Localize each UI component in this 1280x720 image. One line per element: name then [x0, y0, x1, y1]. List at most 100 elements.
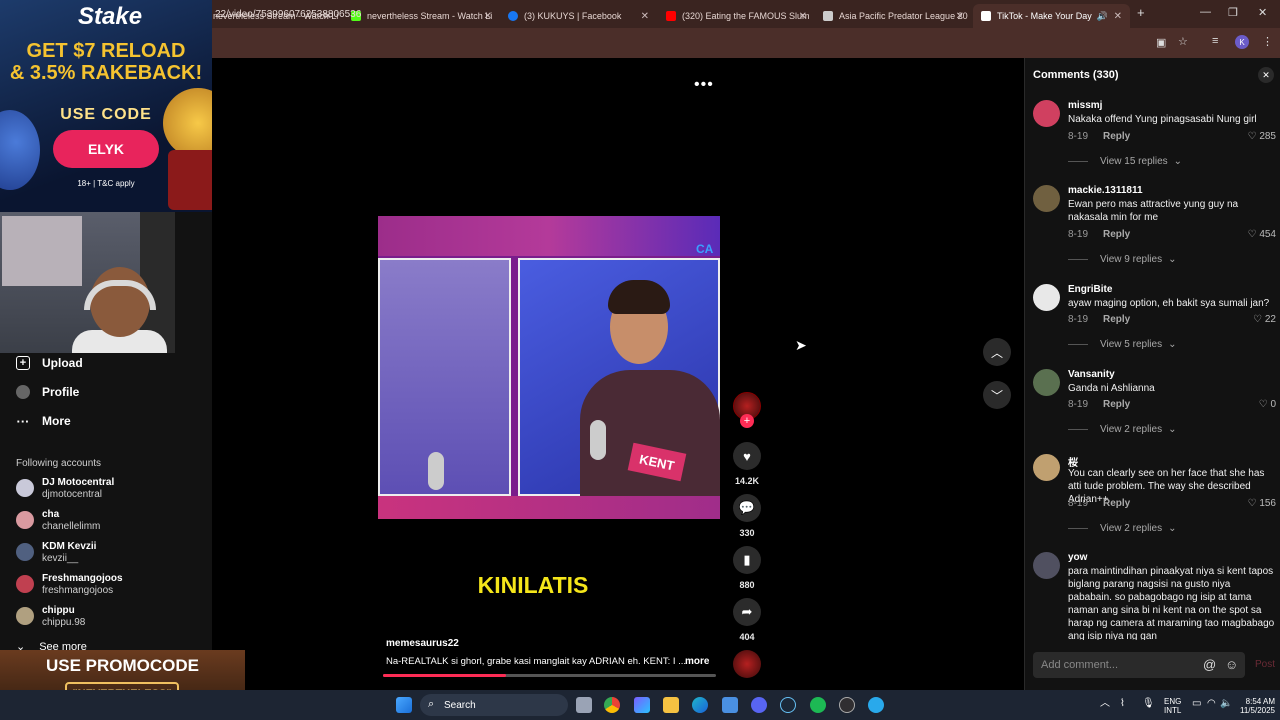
comment-user[interactable]: yow: [1068, 552, 1087, 563]
comment-like-button[interactable]: ♡ 22: [1253, 314, 1276, 325]
comment-user[interactable]: EngriBite: [1068, 284, 1112, 295]
following-account[interactable]: cha chanellelimm: [16, 509, 100, 533]
browser-tab-3[interactable]: (3) KUKUYS | Facebook ✕: [500, 4, 657, 28]
comment-button[interactable]: 💬: [733, 494, 761, 522]
comment-like-button[interactable]: ♡ 156: [1248, 498, 1276, 509]
follow-plus-icon[interactable]: +: [740, 414, 754, 428]
share-button[interactable]: ➦: [733, 598, 761, 626]
next-video-button[interactable]: ﹀: [983, 381, 1011, 409]
obs-icon[interactable]: [839, 697, 855, 713]
taskbar-search[interactable]: ⌕ Search: [420, 694, 568, 716]
following-account[interactable]: KDM Kevzii kevzii__: [16, 541, 96, 565]
store-icon[interactable]: [722, 697, 738, 713]
close-window-button[interactable]: ✕: [1258, 6, 1267, 19]
comment-text: Nakaka offend Yung pinagsasabi Nung girl: [1068, 114, 1257, 125]
video-player[interactable]: KENT CA: [378, 216, 720, 519]
edge-icon[interactable]: [692, 697, 708, 713]
following-account[interactable]: chippu chippu.98: [16, 605, 85, 629]
post-button[interactable]: Post: [1255, 659, 1275, 670]
reply-button[interactable]: Reply: [1103, 229, 1130, 240]
microphone-icon[interactable]: 🎙: [1142, 699, 1155, 709]
following-accounts-title: Following accounts: [16, 458, 102, 469]
new-tab-button[interactable]: +: [1137, 5, 1145, 20]
like-button[interactable]: ♥: [733, 442, 761, 470]
close-icon[interactable]: ✕: [641, 11, 649, 22]
close-icon[interactable]: ✕: [799, 11, 807, 22]
minimize-button[interactable]: —: [1200, 6, 1211, 18]
view-replies-button[interactable]: View 5 replies ⌄: [1068, 339, 1176, 350]
avatar[interactable]: [1033, 369, 1060, 396]
sidebar-item-profile[interactable]: Profile: [16, 385, 79, 399]
description-more-button[interactable]: more: [685, 656, 709, 667]
network-icon[interactable]: ⌇: [1120, 699, 1125, 709]
reply-button[interactable]: Reply: [1103, 399, 1130, 410]
comment-text: Ganda ni Ashlianna: [1068, 383, 1155, 394]
menu-icon[interactable]: ⋮: [1262, 35, 1273, 48]
following-account[interactable]: DJ Motocentral djmotocentral: [16, 477, 114, 501]
avatar[interactable]: [1033, 100, 1060, 127]
comment-user[interactable]: Vansanity: [1068, 369, 1115, 380]
avatar[interactable]: [1033, 454, 1060, 481]
previous-video-button[interactable]: ︿: [983, 338, 1011, 366]
video-author[interactable]: memesaurus22: [386, 638, 459, 649]
browser-tab-tiktok[interactable]: TikTok - Make Your Day 🔊 ✕: [973, 4, 1130, 28]
comment-like-button[interactable]: ♡ 454: [1248, 229, 1276, 240]
view-replies-button[interactable]: View 2 replies ⌄: [1068, 424, 1176, 435]
browser-tab-2[interactable]: nevertheless Stream - Watch Li ✕: [343, 4, 500, 28]
save-button[interactable]: ▮: [733, 546, 761, 574]
url-text[interactable]: 22/video/7539960762538806536: [215, 9, 361, 20]
avatar[interactable]: [1033, 552, 1060, 579]
close-icon[interactable]: ✕: [956, 11, 964, 22]
view-replies-button[interactable]: View 9 replies ⌄: [1068, 254, 1176, 265]
speaker-icon[interactable]: 🔊: [1097, 11, 1108, 22]
reply-button[interactable]: Reply: [1103, 314, 1130, 325]
sidebar-item-upload[interactable]: + Upload: [16, 356, 83, 370]
view-replies-button[interactable]: View 15 replies ⌄: [1068, 156, 1182, 167]
comment-input[interactable]: Add comment... @ ☺: [1033, 652, 1245, 678]
display-icon[interactable]: ▭: [1192, 699, 1201, 709]
avatar[interactable]: [1033, 185, 1060, 212]
maximize-button[interactable]: ❐: [1228, 6, 1238, 19]
file-explorer-icon[interactable]: [663, 697, 679, 713]
comment-like-button[interactable]: ♡ 0: [1259, 399, 1276, 410]
view-replies-button[interactable]: View 2 replies ⌄: [1068, 523, 1176, 534]
mention-icon[interactable]: @: [1203, 657, 1216, 672]
close-icon[interactable]: ✕: [1114, 11, 1122, 22]
clock[interactable]: 8:54 AM 11/5/2025: [1230, 697, 1275, 715]
cast-icon[interactable]: ▣: [1156, 36, 1166, 49]
chrome-icon[interactable]: [604, 697, 620, 713]
browser-tab-4[interactable]: (320) Eating the FAMOUS Slum ✕: [658, 4, 815, 28]
profile-avatar[interactable]: K: [1235, 35, 1249, 49]
discord-icon[interactable]: [751, 697, 767, 713]
language-indicator[interactable]: ENG INTL: [1164, 697, 1181, 715]
following-account[interactable]: Freshmangojoos freshmangojoos: [16, 573, 123, 597]
close-comments-button[interactable]: ✕: [1258, 67, 1274, 83]
comment-user[interactable]: missmj: [1068, 100, 1102, 111]
stake-ad-overlay: Stake GET $7 RELOAD & 3.5% RAKEBACK! USE…: [0, 0, 212, 212]
comment-user[interactable]: mackie.1311811: [1068, 185, 1143, 196]
star-icon[interactable]: ☆: [1178, 35, 1188, 48]
reply-button[interactable]: Reply: [1103, 131, 1130, 142]
browser-tab-5[interactable]: Asia Pacific Predator League 20 ✕: [815, 4, 972, 28]
sidebar-item-more[interactable]: ··· More: [16, 414, 71, 429]
task-view-icon[interactable]: [576, 697, 592, 713]
wifi-icon[interactable]: ◠: [1207, 699, 1216, 709]
close-icon[interactable]: ✕: [484, 11, 492, 22]
reply-button[interactable]: Reply: [1103, 498, 1130, 509]
tray-chevron-icon[interactable]: ︿: [1100, 699, 1110, 709]
telegram-icon[interactable]: [868, 697, 884, 713]
steam-icon[interactable]: [780, 697, 796, 713]
spotify-icon[interactable]: [810, 697, 826, 713]
comment-like-button[interactable]: ♡ 285: [1248, 131, 1276, 142]
video-progress-bar[interactable]: [383, 674, 716, 677]
avatar[interactable]: [1033, 284, 1060, 311]
windows-start-icon[interactable]: [396, 697, 412, 713]
video-more-button[interactable]: •••: [694, 76, 714, 94]
promo-title: USE PROMOCODE: [45, 656, 200, 675]
reading-list-icon[interactable]: ≡: [1212, 35, 1218, 47]
avatar: [16, 543, 34, 561]
emoji-icon[interactable]: ☺: [1225, 657, 1238, 672]
copilot-icon[interactable]: [634, 697, 650, 713]
tiktok-icon: [981, 11, 991, 21]
music-disc-icon[interactable]: [733, 650, 761, 678]
